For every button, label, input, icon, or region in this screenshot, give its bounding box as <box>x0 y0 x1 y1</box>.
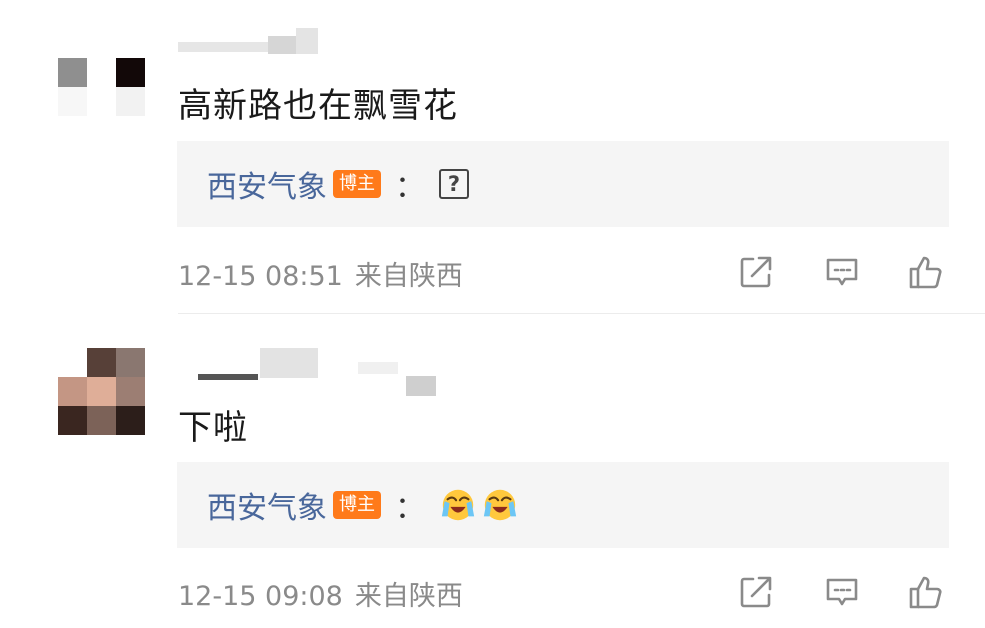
crying-laughing-emoji-icon <box>441 489 475 521</box>
comment-source: 来自陕西 <box>354 261 463 292</box>
comment-text: 下啦 <box>178 408 248 448</box>
blogger-reply[interactable]: 西安气象 博主 ： ? <box>177 141 949 227</box>
share-icon[interactable] <box>736 252 776 292</box>
comment-item: 高新路也在飘雪花 西安气象 博主 ： ? 12-15 08:51 来自陕西 <box>0 0 985 313</box>
username-redacted[interactable] <box>178 28 338 58</box>
comment-icon[interactable] <box>822 252 862 292</box>
avatar[interactable] <box>58 29 145 116</box>
comment-text: 高新路也在飘雪花 <box>178 86 458 126</box>
comment-meta: 12-15 09:08 来自陕西 <box>178 574 463 613</box>
like-icon[interactable] <box>906 572 946 612</box>
share-icon[interactable] <box>736 572 776 612</box>
like-icon[interactable] <box>906 252 946 292</box>
comment-meta: 12-15 08:51 来自陕西 <box>178 254 463 293</box>
comment-time: 12-15 08:51 <box>178 261 343 292</box>
reply-author[interactable]: 西安气象 <box>207 483 327 527</box>
blogger-reply[interactable]: 西安气象 博主 ： <box>177 462 949 548</box>
blogger-badge: 博主 <box>333 170 381 198</box>
comment-time: 12-15 09:08 <box>178 581 343 612</box>
unknown-glyph-icon: ? <box>439 169 469 199</box>
comment-item: 下啦 西安气象 博主 ： 12-15 09:08 来自陕西 <box>0 314 985 628</box>
avatar[interactable] <box>58 348 145 435</box>
comment-icon[interactable] <box>822 572 862 612</box>
comment-source: 来自陕西 <box>354 581 463 612</box>
crying-laughing-emoji-icon <box>483 489 517 521</box>
reply-colon: ： <box>395 491 425 526</box>
blogger-badge: 博主 <box>333 491 381 519</box>
reply-colon: ： <box>395 170 425 205</box>
username-redacted[interactable] <box>178 348 448 400</box>
reply-author[interactable]: 西安气象 <box>207 162 327 206</box>
